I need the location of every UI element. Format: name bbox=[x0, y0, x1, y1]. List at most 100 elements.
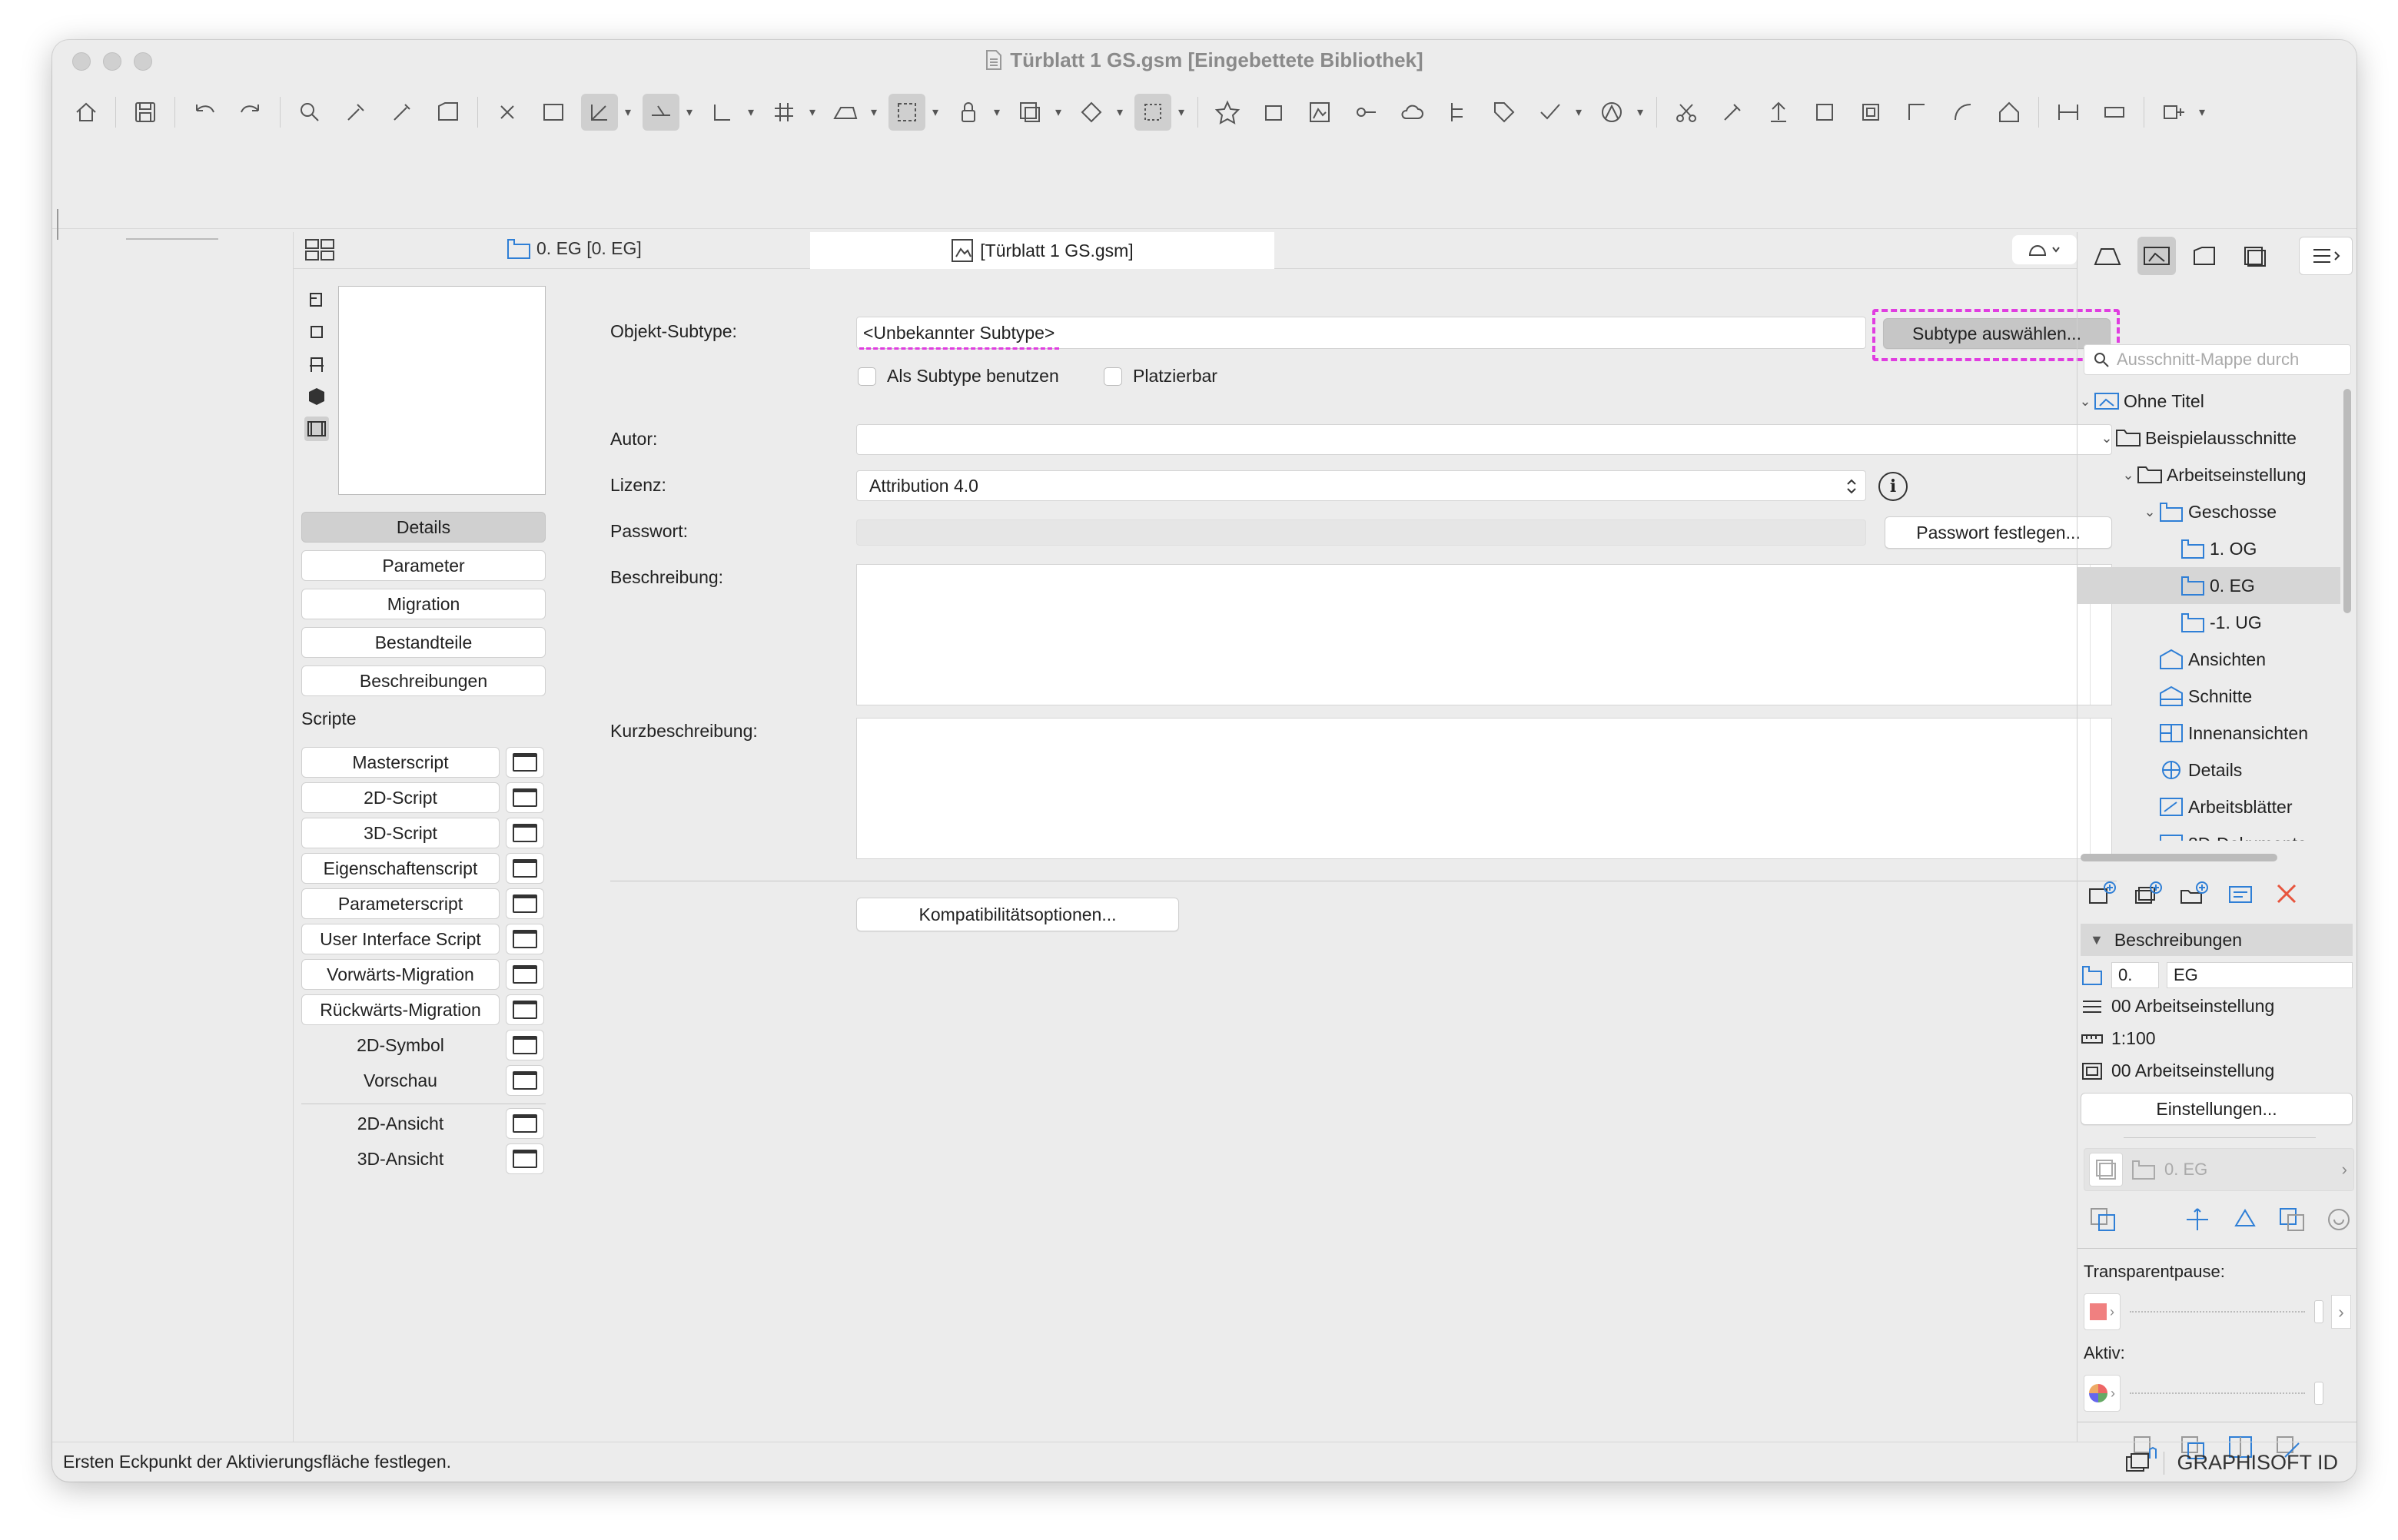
project-map-tab[interactable] bbox=[2088, 237, 2127, 275]
home-button[interactable] bbox=[68, 94, 105, 131]
placeable-checkbox[interactable]: Platzierbar bbox=[1104, 366, 1217, 387]
3d-script-button[interactable]: 3D-Script bbox=[301, 818, 500, 848]
plane-dropdown[interactable]: ▾ bbox=[869, 94, 879, 131]
curve-button[interactable] bbox=[1945, 94, 1981, 131]
marquee-button[interactable] bbox=[888, 94, 925, 131]
preview-button[interactable]: Vorschau bbox=[301, 1065, 500, 1096]
nav-beschreibungen-button[interactable]: Beschreibungen bbox=[301, 665, 546, 696]
2d-symbol-button[interactable]: 2D-Symbol bbox=[301, 1030, 500, 1060]
redo-button[interactable] bbox=[232, 94, 269, 131]
layout-book-tab[interactable] bbox=[2187, 237, 2225, 275]
elevation-view-button[interactable] bbox=[1301, 94, 1338, 131]
renovation-dropdown[interactable]: ▾ bbox=[1635, 94, 1646, 131]
view-options-button[interactable] bbox=[2012, 235, 2077, 264]
tree-node-ansichten[interactable]: Ansichten bbox=[2077, 641, 2340, 678]
lock-dropdown[interactable]: ▾ bbox=[991, 94, 1002, 131]
tab-story-eg[interactable]: 0. EG [0. EG] bbox=[506, 237, 642, 260]
property-script-button[interactable]: Eigenschaftenscript bbox=[301, 853, 500, 884]
nav-migration-button[interactable]: Migration bbox=[301, 589, 546, 619]
tree-node-beispielausschnitte[interactable]: ⌄ Beispielausschnitte bbox=[2077, 420, 2340, 456]
tree-node-arbeitseinstellung[interactable]: ⌄ Arbeitseinstellung bbox=[2077, 456, 2340, 493]
view-map-search[interactable]: Ausschnitt-Mappe durch bbox=[2084, 344, 2351, 375]
tree-node-1-og[interactable]: 1. OG bbox=[2077, 530, 2340, 567]
active-color-button[interactable]: › bbox=[2084, 1375, 2121, 1412]
chevron-down-icon[interactable]: ⌄ bbox=[2121, 467, 2136, 483]
preview-window-button[interactable] bbox=[506, 1065, 544, 1096]
ui-script-button[interactable]: User Interface Script bbox=[301, 924, 500, 954]
clone-view-button[interactable] bbox=[2130, 875, 2167, 912]
adjust-button[interactable] bbox=[1714, 94, 1751, 131]
trace-toggle[interactable] bbox=[2089, 1153, 2123, 1187]
zoom-window-button[interactable] bbox=[134, 52, 152, 71]
forward-migration-window-button[interactable] bbox=[506, 959, 544, 990]
nav-parameter-button[interactable]: Parameter bbox=[301, 550, 546, 581]
slider-handle[interactable] bbox=[2314, 1300, 2323, 1323]
view-map-tab[interactable] bbox=[2137, 237, 2176, 275]
2d-symbol-window-button[interactable] bbox=[506, 1030, 544, 1060]
new-folder-button[interactable] bbox=[2176, 875, 2213, 912]
view-name-input[interactable]: EG bbox=[2167, 962, 2353, 988]
check-button[interactable] bbox=[1532, 94, 1569, 131]
view-id-input[interactable]: 0. bbox=[2111, 962, 2159, 988]
rotate-trace-button[interactable] bbox=[2230, 1206, 2260, 1238]
elevate-button[interactable] bbox=[1760, 94, 1797, 131]
tag-button[interactable] bbox=[1486, 94, 1523, 131]
tree-node-details[interactable]: Details bbox=[2077, 752, 2340, 788]
use-as-subtype-checkbox[interactable]: Als Subtype benutzen bbox=[858, 366, 1059, 387]
use-as-subtype-box[interactable] bbox=[858, 367, 876, 386]
chevron-right-icon[interactable]: › bbox=[2331, 1295, 2351, 1329]
2d-script-button[interactable]: 2D-Script bbox=[301, 782, 500, 813]
chevron-down-icon[interactable]: ⌄ bbox=[2099, 430, 2114, 446]
chevron-down-icon[interactable]: ⌄ bbox=[2142, 504, 2157, 520]
roof-button[interactable] bbox=[1991, 94, 2028, 131]
guide-lines-dropdown[interactable]: ▾ bbox=[623, 94, 633, 131]
backward-migration-window-button[interactable] bbox=[506, 994, 544, 1025]
tree-horizontal-scroll-thumb[interactable] bbox=[2081, 854, 2277, 861]
author-input[interactable] bbox=[856, 424, 2112, 455]
3d-view-button[interactable] bbox=[304, 384, 329, 409]
plane-button[interactable] bbox=[827, 94, 864, 131]
undo-button[interactable] bbox=[186, 94, 223, 131]
close-window-button[interactable] bbox=[72, 52, 91, 71]
reset-trace-button[interactable] bbox=[2325, 1206, 2353, 1238]
fillet-button[interactable] bbox=[1806, 94, 1843, 131]
nav-details-button[interactable]: Details bbox=[301, 512, 546, 543]
find-select-button[interactable] bbox=[291, 94, 328, 131]
property-script-window-button[interactable] bbox=[506, 853, 544, 884]
parameter-script-window-button[interactable] bbox=[506, 888, 544, 919]
move-trace-button[interactable] bbox=[2182, 1206, 2213, 1238]
trace-opacity-slider[interactable] bbox=[2130, 1311, 2305, 1313]
tree-vertical-scrollbar[interactable] bbox=[2342, 383, 2353, 841]
resize-button[interactable] bbox=[1898, 94, 1935, 131]
transform-dropdown[interactable]: ▾ bbox=[1114, 94, 1125, 131]
parameter-script-button[interactable]: Parameterscript bbox=[301, 888, 500, 919]
compatibility-options-button[interactable]: Kompatibilitätsoptionen... bbox=[856, 898, 1179, 931]
split-button[interactable] bbox=[2050, 94, 2087, 131]
graphisoft-id-button[interactable]: GRAPHISOFT ID bbox=[2177, 1451, 2338, 1475]
tree-node-innenansichten[interactable]: Innenansichten bbox=[2077, 715, 2340, 752]
2d-view-window-button[interactable] bbox=[506, 1108, 544, 1139]
transform-button[interactable] bbox=[1073, 94, 1110, 131]
arrange-button[interactable] bbox=[1134, 94, 1171, 131]
3d-box-view-button[interactable] bbox=[304, 320, 329, 344]
grid-dropdown[interactable]: ▾ bbox=[807, 94, 818, 131]
trace-reference-selector[interactable]: 0. EG › bbox=[2084, 1148, 2354, 1191]
side-view-button[interactable] bbox=[304, 352, 329, 377]
mirror-trace-button[interactable] bbox=[2277, 1206, 2308, 1238]
more-tools-button[interactable] bbox=[2155, 94, 2192, 131]
grid-snap-button[interactable] bbox=[535, 94, 572, 131]
publisher-tab[interactable] bbox=[2236, 237, 2274, 275]
masterscript-button[interactable]: Masterscript bbox=[301, 747, 500, 778]
coordinates-button[interactable] bbox=[704, 94, 741, 131]
ui-script-window-button[interactable] bbox=[506, 924, 544, 954]
delete-view-button[interactable] bbox=[2268, 875, 2305, 912]
view-settings-button[interactable] bbox=[2222, 875, 2259, 912]
minimize-window-button[interactable] bbox=[103, 52, 121, 71]
more-tools-dropdown[interactable]: ▾ bbox=[2197, 94, 2207, 131]
hierarchy-button[interactable] bbox=[1440, 94, 1476, 131]
slider-handle[interactable] bbox=[2314, 1382, 2323, 1405]
tree-node-3d-dokumente[interactable]: 3D-Dokumente bbox=[2077, 825, 2340, 841]
link-button[interactable] bbox=[1347, 94, 1384, 131]
properties-section-header[interactable]: ▼ Beschreibungen bbox=[2081, 924, 2353, 956]
license-select[interactable]: Attribution 4.0 bbox=[856, 470, 1866, 501]
